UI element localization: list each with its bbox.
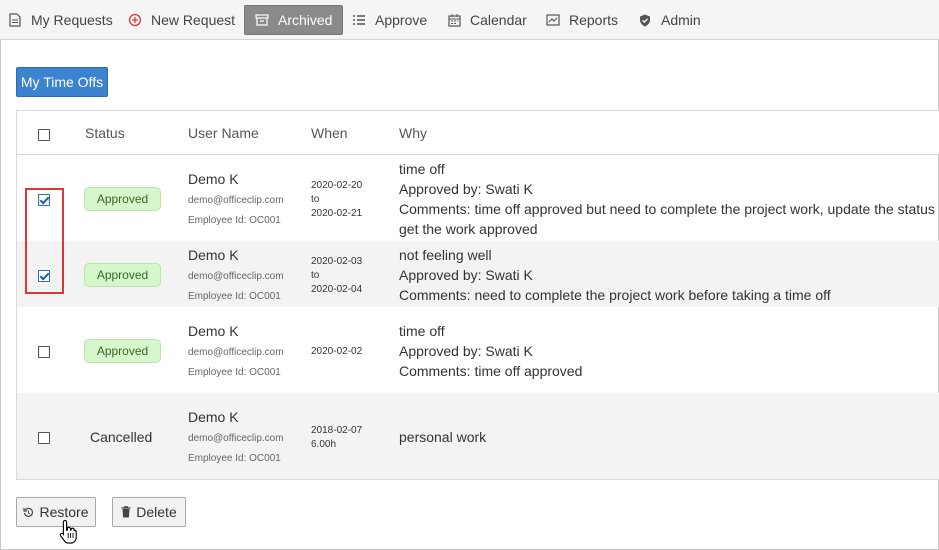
nav-new-request[interactable]: New Request — [128, 5, 235, 35]
when-to: to — [311, 270, 320, 281]
nav-reports[interactable]: Reports — [546, 5, 618, 35]
nav-approve[interactable]: Approve — [352, 5, 427, 35]
when-hours: 6.00h — [311, 439, 337, 450]
table-header: Status User Name When Why — [17, 111, 939, 155]
user-email: demo@officeclip.com — [188, 195, 284, 206]
delete-button[interactable]: Delete — [112, 497, 186, 527]
status-badge: Approved — [84, 339, 161, 363]
why-approver: Approved by: Swati K — [399, 181, 533, 197]
user-name: Demo K — [188, 323, 239, 339]
user-name: Demo K — [188, 409, 239, 425]
when-start: 2018-02-07 — [311, 425, 363, 436]
nav-label: Admin — [661, 12, 701, 28]
status-badge: Approved — [84, 187, 161, 211]
user-name: Demo K — [188, 247, 239, 263]
hand-cursor-icon — [59, 519, 79, 550]
delete-label: Delete — [136, 504, 177, 520]
chart-icon — [546, 13, 560, 27]
table-row[interactable]: Approved Demo K demo@officeclip.com Empl… — [17, 241, 939, 307]
nav-archived[interactable]: Archived — [244, 5, 344, 35]
list-icon — [352, 13, 366, 27]
header-why[interactable]: Why — [399, 125, 427, 141]
archive-icon — [255, 13, 269, 27]
employee-id: Employee Id: OC001 — [188, 215, 281, 226]
when-start: 2020-02-03 — [311, 256, 363, 267]
why-reason: not feeling well — [399, 247, 492, 263]
nav-calendar[interactable]: Calendar — [447, 5, 527, 35]
top-nav: My Requests New Request Archived Approve… — [0, 0, 939, 40]
nav-label: Approve — [375, 12, 428, 28]
status-text: Cancelled — [90, 429, 153, 445]
nav-label: My Requests — [31, 12, 113, 28]
nav-label: New Request — [151, 12, 236, 28]
header-status[interactable]: Status — [85, 125, 125, 141]
why-comments-cont: get the work approved — [399, 221, 538, 237]
why-reason: time off — [399, 323, 445, 339]
table-row[interactable]: Cancelled Demo K demo@officeclip.com Emp… — [17, 393, 939, 479]
when-end: 2020-02-21 — [311, 208, 363, 219]
user-email: demo@officeclip.com — [188, 271, 284, 282]
table-row[interactable]: Approved Demo K demo@officeclip.com Empl… — [17, 307, 939, 393]
nav-label: Archived — [278, 12, 333, 28]
user-email: demo@officeclip.com — [188, 433, 284, 444]
nav-my-requests[interactable]: My Requests — [8, 5, 113, 35]
document-icon — [8, 13, 22, 27]
why-reason: time off — [399, 161, 445, 177]
plus-circle-icon — [128, 13, 142, 27]
when-start: 2020-02-02 — [311, 346, 363, 357]
why-comments: Comments: time off approved — [399, 363, 583, 379]
restore-label: Restore — [39, 504, 89, 520]
row-checkbox[interactable] — [38, 346, 50, 358]
employee-id: Employee Id: OC001 — [188, 367, 281, 378]
header-when[interactable]: When — [311, 125, 348, 141]
restore-icon — [23, 507, 34, 518]
table-row[interactable]: Approved Demo K demo@officeclip.com Empl… — [17, 155, 939, 241]
calendar-icon — [447, 13, 461, 27]
nav-label: Calendar — [470, 12, 527, 28]
why-approver: Approved by: Swati K — [399, 267, 533, 283]
employee-id: Employee Id: OC001 — [188, 453, 281, 464]
user-name: Demo K — [188, 171, 239, 187]
nav-label: Reports — [569, 12, 619, 28]
select-all-checkbox[interactable] — [38, 129, 50, 141]
my-time-offs-button[interactable]: My Time Offs — [16, 67, 108, 97]
trash-icon — [121, 506, 131, 518]
when-to: to — [311, 194, 320, 205]
selection-highlight — [25, 188, 64, 294]
when-start: 2020-02-20 — [311, 180, 363, 191]
why-approver: Approved by: Swati K — [399, 343, 533, 359]
employee-id: Employee Id: OC001 — [188, 291, 281, 302]
why-reason: personal work — [399, 429, 487, 445]
why-comments: Comments: need to complete the project w… — [399, 287, 831, 303]
row-checkbox[interactable] — [38, 432, 50, 444]
shield-icon — [638, 13, 652, 27]
user-email: demo@officeclip.com — [188, 347, 284, 358]
status-badge: Approved — [84, 263, 161, 287]
time-off-table: Status User Name When Why Approved Demo … — [16, 110, 939, 480]
header-user-name[interactable]: User Name — [188, 125, 259, 141]
when-end: 2020-02-04 — [311, 284, 363, 295]
why-comments: Comments: time off approved but need to … — [399, 201, 939, 217]
restore-button[interactable]: Restore — [16, 497, 96, 527]
nav-admin[interactable]: Admin — [638, 5, 701, 35]
